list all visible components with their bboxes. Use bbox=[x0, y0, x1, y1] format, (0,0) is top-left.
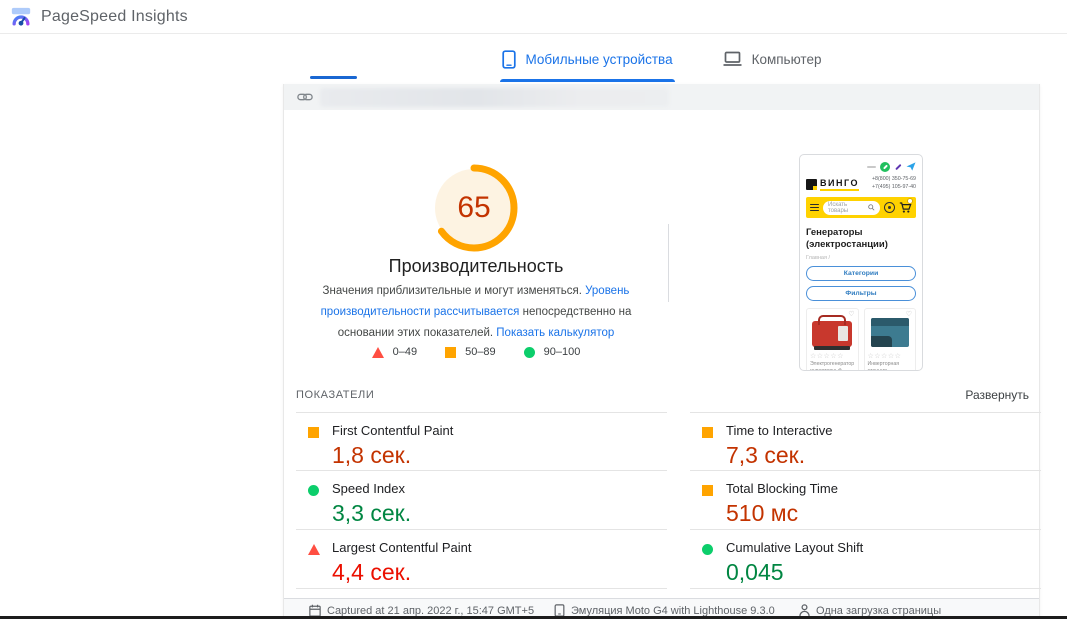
metric-value: 510 мс bbox=[726, 500, 1041, 527]
tab-mobile-label: Мобильные устройства bbox=[526, 52, 673, 67]
product-card: ♡ ☆☆☆☆☆ Электрогенератор инверторный Fon… bbox=[806, 308, 859, 371]
performance-heading: Производительность bbox=[284, 256, 668, 277]
product-name: Инверторная станция HYUNDAI… bbox=[868, 361, 913, 371]
telegram-icon bbox=[906, 162, 916, 171]
metrics-column-right: Time to Interactive 7,3 сек. Total Block… bbox=[690, 412, 1041, 589]
compare-icon bbox=[884, 202, 895, 213]
legend-good-range: 90–100 bbox=[544, 346, 581, 358]
url-tab-indicator bbox=[310, 76, 357, 79]
preview-phone-2: +7(495) 105-97-40 bbox=[872, 184, 916, 192]
average-square-icon bbox=[445, 347, 456, 358]
preview-products: ♡ ☆☆☆☆☆ Электрогенератор инверторный Fon… bbox=[806, 308, 916, 371]
whatsapp-icon bbox=[880, 162, 890, 172]
red-generator-image bbox=[812, 321, 852, 347]
metric-value: 4,4 сек. bbox=[332, 559, 667, 586]
product-name: Электрогенератор инверторный Fon… bbox=[810, 361, 855, 371]
favorite-heart-icon: ♡ bbox=[848, 311, 854, 318]
metric-label: Total Blocking Time bbox=[726, 481, 1041, 496]
site-preview-thumbnail[interactable]: ВИНГО +8(800) 350-75-69 +7(495) 105-97-4… bbox=[799, 154, 923, 371]
good-circle-icon bbox=[524, 347, 535, 358]
metrics-heading: ПОКАЗАТЕЛИ bbox=[296, 389, 374, 401]
score-disclaimer: Значения приблизительные и могут изменят… bbox=[306, 281, 646, 344]
vingo-brand: ВИНГО bbox=[820, 178, 859, 191]
legend-poor: 0–49 bbox=[372, 346, 417, 358]
link-icon bbox=[297, 91, 313, 103]
metric-row-speed-index: Speed Index 3,3 сек. bbox=[296, 471, 667, 530]
preview-searchbar: Искать товары bbox=[806, 197, 916, 218]
metric-row-cls: Cumulative Layout Shift 0,045 bbox=[690, 530, 1041, 589]
report-card: 65 Производительность Значения приблизит… bbox=[283, 84, 1040, 619]
hamburger-icon bbox=[810, 204, 819, 212]
poor-triangle-icon bbox=[308, 544, 320, 555]
preview-page-heading: Генераторы (электростанции) bbox=[806, 227, 916, 252]
disclaimer-text: Значения приблизительные и могут изменят… bbox=[323, 285, 586, 297]
rating-stars: ☆☆☆☆☆ bbox=[810, 352, 855, 360]
analyzed-url-redacted[interactable] bbox=[320, 88, 669, 107]
average-square-icon bbox=[702, 427, 713, 438]
capture-time-text: Captured at 21 апр. 2022 г., 15:47 GMT+5 bbox=[327, 605, 534, 617]
preview-search-placeholder: Искать товары bbox=[828, 202, 868, 214]
average-square-icon bbox=[308, 427, 319, 438]
metric-label: Time to Interactive bbox=[726, 423, 1041, 438]
tab-desktop-label: Компьютер bbox=[752, 52, 822, 67]
metric-row-tti: Time to Interactive 7,3 сек. bbox=[690, 412, 1041, 471]
preview-search-input: Искать товары bbox=[823, 201, 880, 215]
cart-icon bbox=[899, 201, 912, 214]
calculator-link[interactable]: Показать калькулятор bbox=[496, 327, 614, 339]
metric-label: First Contentful Paint bbox=[332, 423, 667, 438]
expand-button[interactable]: Развернуть bbox=[965, 388, 1029, 402]
menu-dash-icon bbox=[867, 166, 876, 168]
good-circle-icon bbox=[702, 544, 713, 555]
teal-generator-image bbox=[871, 318, 909, 347]
product-card: ♡ ☆☆☆☆☆ Инверторная станция HYUNDAI… bbox=[864, 308, 917, 371]
average-square-icon bbox=[702, 485, 713, 496]
metric-row-lcp: Largest Contentful Paint 4,4 сек. bbox=[296, 530, 667, 589]
url-bar bbox=[284, 84, 1039, 110]
metric-value: 7,3 сек. bbox=[726, 442, 1041, 469]
emulation-text: Эмуляция Moto G4 with Lighthouse 9.3.0 bbox=[571, 605, 775, 617]
favorite-heart-icon: ♡ bbox=[906, 311, 912, 318]
legend-average: 50–89 bbox=[445, 346, 496, 358]
preview-phones: +8(800) 350-75-69 +7(495) 105-97-40 bbox=[872, 176, 916, 192]
performance-score-gauge[interactable]: 65 bbox=[428, 162, 520, 254]
phone-call-icon bbox=[894, 163, 902, 171]
metric-value: 0,045 bbox=[726, 559, 1041, 586]
legend-good: 90–100 bbox=[524, 346, 581, 358]
metrics-header: ПОКАЗАТЕЛИ Развернуть bbox=[296, 388, 1029, 402]
tab-desktop[interactable]: Компьютер bbox=[721, 34, 824, 84]
metric-value: 3,3 сек. bbox=[332, 500, 667, 527]
poor-triangle-icon bbox=[372, 347, 384, 358]
vingo-logo-icon bbox=[806, 179, 817, 190]
page-load-text: Одна загрузка страницы bbox=[816, 605, 941, 617]
rating-stars: ☆☆☆☆☆ bbox=[868, 352, 913, 360]
vertical-divider bbox=[668, 224, 669, 302]
pagespeed-logo-icon bbox=[10, 6, 32, 28]
metric-row-tbt: Total Blocking Time 510 мс bbox=[690, 471, 1041, 530]
search-icon bbox=[868, 204, 875, 211]
cart-badge bbox=[907, 198, 913, 204]
score-legend: 0–49 50–89 90–100 bbox=[284, 346, 668, 358]
desktop-icon bbox=[723, 51, 742, 67]
metric-row-fcp: First Contentful Paint 1,8 сек. bbox=[296, 412, 667, 471]
app-header: PageSpeed Insights bbox=[0, 0, 1067, 34]
good-circle-icon bbox=[308, 485, 319, 496]
preview-breadcrumb: Главная / bbox=[806, 255, 916, 261]
device-tab-bar: Мобильные устройства Компьютер bbox=[283, 34, 1040, 84]
page-title: PageSpeed Insights bbox=[41, 8, 188, 26]
metric-label: Largest Contentful Paint bbox=[332, 540, 667, 555]
metric-value: 1,8 сек. bbox=[332, 442, 667, 469]
preview-phone-1: +8(800) 350-75-69 bbox=[872, 176, 916, 184]
metric-label: Cumulative Layout Shift bbox=[726, 540, 1041, 555]
performance-score-value: 65 bbox=[428, 162, 520, 254]
preview-categories-button: Категории bbox=[806, 266, 916, 281]
metric-label: Speed Index bbox=[332, 481, 667, 496]
tab-mobile[interactable]: Мобильные устройства bbox=[500, 34, 675, 84]
phone-icon bbox=[502, 50, 516, 69]
preview-topbar bbox=[806, 160, 916, 173]
preview-header: ВИНГО +8(800) 350-75-69 +7(495) 105-97-4… bbox=[806, 173, 916, 195]
legend-poor-range: 0–49 bbox=[393, 346, 417, 358]
preview-filters-button: Фильтры bbox=[806, 286, 916, 301]
legend-average-range: 50–89 bbox=[465, 346, 496, 358]
metrics-column-left: First Contentful Paint 1,8 сек. Speed In… bbox=[296, 412, 667, 589]
